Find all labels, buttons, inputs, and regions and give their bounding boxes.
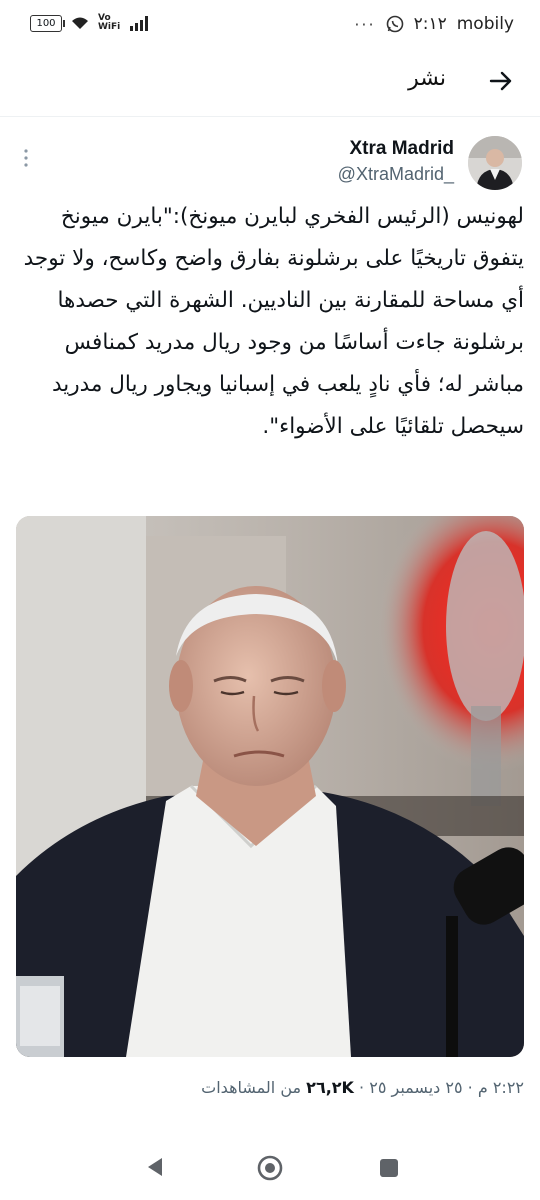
- views-label: من المشاهدات: [201, 1078, 302, 1097]
- more-dots-icon: ···: [354, 14, 376, 34]
- more-options-icon[interactable]: [18, 146, 34, 170]
- tweet-date: ٢٥ ديسمبر ٢٥: [369, 1078, 463, 1097]
- author-handle[interactable]: @XtraMadrid_: [338, 164, 454, 185]
- tweet-meta: ٢:٢٢ م · ٢٥ ديسمبر ٢٥ · ٢٦,٢K من المشاهد…: [201, 1078, 524, 1097]
- tweet-text: لهونيس (الرئيس الفخري لبايرن ميونخ):"باي…: [23, 204, 524, 439]
- meta-separator: ·: [359, 1078, 365, 1097]
- nav-back-icon[interactable]: [144, 1155, 166, 1179]
- status-left: 100 Vo WiFi: [30, 14, 150, 32]
- clock: ٢:١٢: [413, 14, 447, 34]
- tweet-photo[interactable]: [16, 516, 524, 1057]
- battery-indicator: 100: [30, 14, 65, 32]
- tweet-time: ٢:٢٢ م: [477, 1078, 524, 1097]
- whatsapp-icon: [386, 15, 403, 33]
- nav-recents-icon[interactable]: [378, 1157, 400, 1179]
- nav-home-icon[interactable]: [256, 1154, 284, 1182]
- avatar[interactable]: [468, 136, 522, 190]
- vowifi-label: Vo WiFi: [98, 13, 121, 32]
- system-nav-bar: [0, 1140, 540, 1200]
- views-count: ٢٦,٢K: [306, 1078, 354, 1097]
- carrier-name: mobily: [456, 14, 514, 34]
- top-app-bar: نشر: [0, 52, 540, 112]
- status-bar: 100 Vo WiFi ··· ٢:١٢ mobily: [0, 0, 540, 50]
- arrow-right-icon[interactable]: [486, 66, 516, 96]
- author-name[interactable]: Xtra Madrid: [349, 138, 454, 160]
- status-right: ··· ٢:١٢ mobily: [354, 14, 514, 34]
- header-divider: [0, 116, 540, 117]
- page-title: نشر: [408, 66, 446, 91]
- signal-icon: [130, 16, 148, 31]
- wifi-icon: [72, 17, 88, 29]
- meta-separator: ·: [467, 1078, 473, 1097]
